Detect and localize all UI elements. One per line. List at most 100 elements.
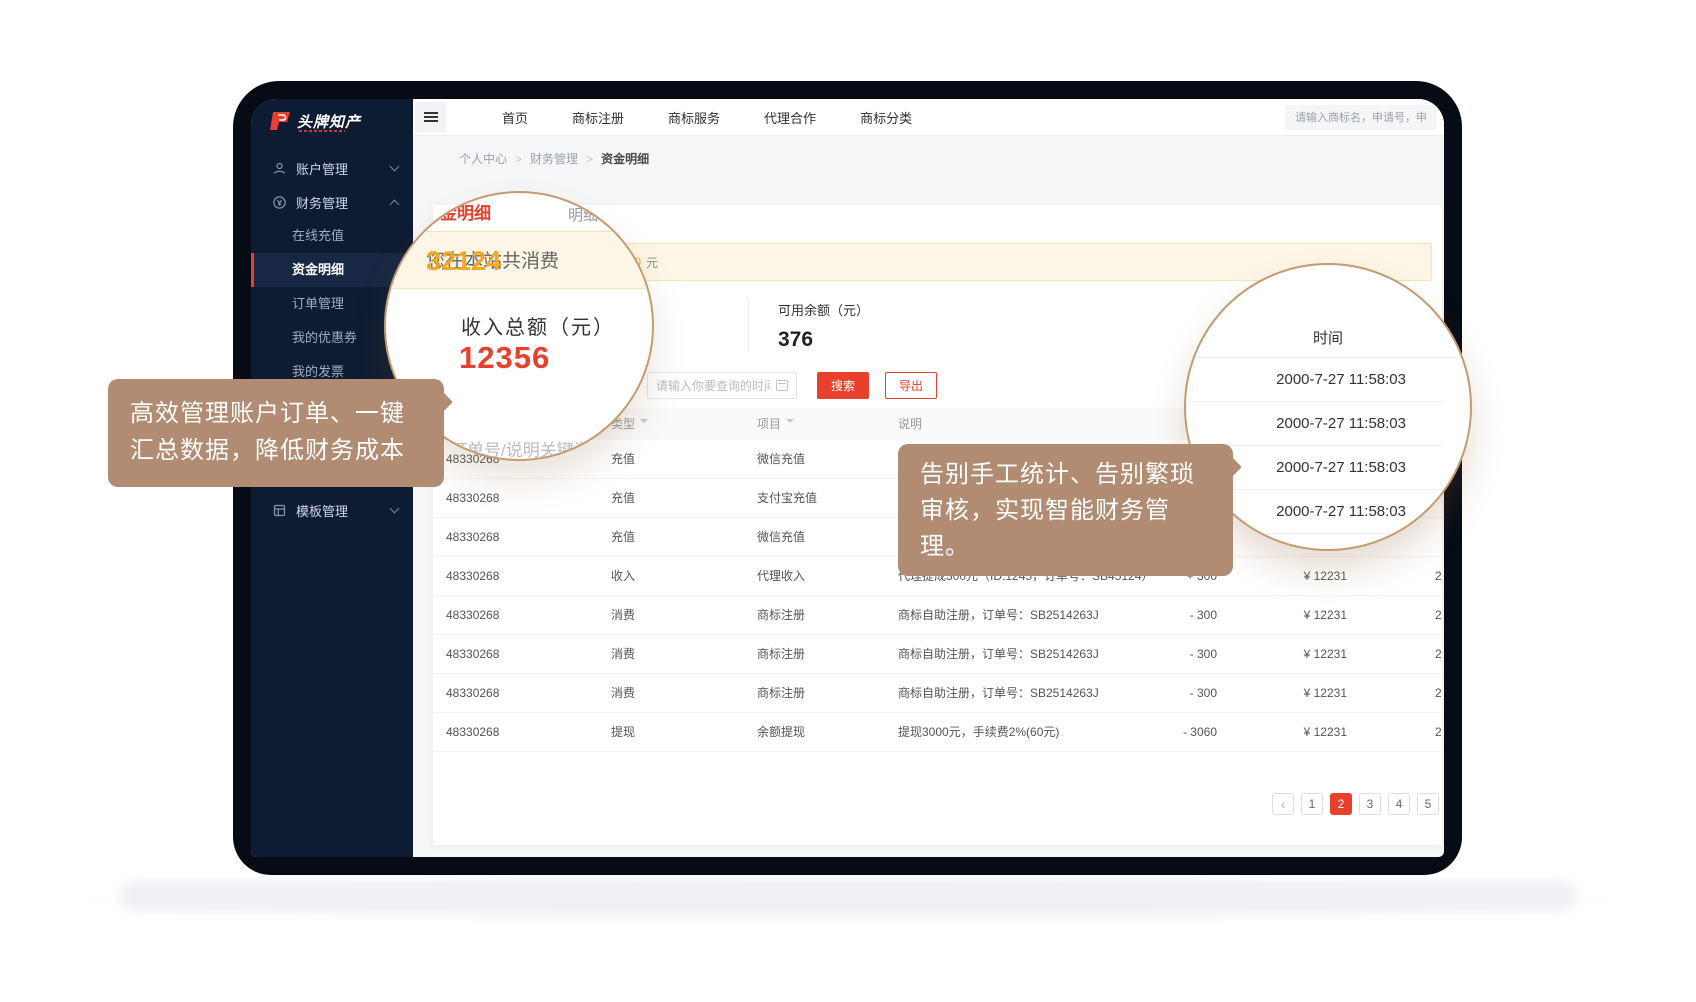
topnav-item-2[interactable]: 商标服务 (668, 108, 720, 127)
cell-balance: ¥ 12231 (1273, 557, 1347, 596)
cell-amount: - 300 (1123, 596, 1217, 635)
magnified-tab-fragment: 明细 (568, 204, 598, 225)
table-row-5: 48330268 消费 商标注册 商标自助注册，订单号：SB2514263J - 300… (433, 635, 1442, 674)
cell-desc: 商标自助注册，订单号：SB2514263J (898, 674, 1099, 713)
cell-time: 2000-7-27 11:58:03 (1435, 635, 1442, 674)
cell-type: 消费 (611, 674, 635, 713)
top-navigation: 首页 商标注册 商标服务 代理合作 商标分类 (413, 99, 1444, 136)
cell-desc: 商标自助注册，订单号：SB2514263J (898, 635, 1099, 674)
calendar-icon[interactable] (776, 380, 788, 391)
cell-amount: - 300 (1123, 674, 1217, 713)
breadcrumb-segment-1[interactable]: 财务管理 (530, 150, 578, 167)
sidebar-item-0[interactable]: 账户管理 (251, 151, 413, 185)
cell-time: 2000-7-27 11:58:03 (1435, 557, 1442, 596)
table-row-4: 48330268消费商标注册商标自助注册，订单号：SB2514263J- 300… (433, 596, 1442, 635)
sidebar-item-1[interactable]: 财务管理 (251, 185, 413, 219)
magnified-time-header: 时间 (1186, 327, 1470, 348)
magnified-stat-label: 收入总额（元） (461, 311, 615, 340)
cell-order: 48330268 (446, 596, 499, 635)
laptop-base (120, 881, 1576, 911)
stat-label: 可用余额（元） (778, 300, 869, 319)
cell-type: 充值 (611, 440, 635, 479)
sidebar-section-2: 模板管理 (251, 493, 413, 527)
topnav-item-3[interactable]: 代理合作 (764, 108, 816, 127)
cell-type: 提现 (611, 713, 635, 752)
cell-desc: 提现3000元，手续费2%(60元) (898, 713, 1059, 752)
table-row-7: 48330268 提现 余额提现 提现3000元，手续费2%(60元) - 3060 ¥ … (433, 713, 1442, 752)
template-icon (272, 503, 287, 518)
brand-name: 头牌知产 (297, 111, 361, 132)
export-button[interactable]: 导出 (885, 372, 937, 399)
breadcrumb-separator: > (586, 152, 593, 166)
cell-project: 余额提现 (757, 713, 805, 752)
brand-logo[interactable]: 头牌知产 (251, 99, 413, 143)
breadcrumb-separator: > (515, 152, 522, 166)
page-button-3[interactable]: 3 (1359, 793, 1381, 815)
cell-time: 2000-7-27 11:58:03 (1435, 713, 1442, 752)
cell-project: 商标注册 (757, 635, 805, 674)
magnified-time-row-0: 2000-7-27 11:58:03 (1186, 358, 1444, 402)
sort-caret-icon (786, 419, 794, 427)
table-header-2[interactable]: 项目 (757, 408, 794, 440)
cell-order: 48330268 (446, 557, 499, 596)
menu-toggle-button[interactable] (415, 102, 446, 132)
cell-type: 消费 (611, 635, 635, 674)
cell-order: 48330268 (446, 635, 499, 674)
cell-type: 消费 (611, 596, 635, 635)
cell-project: 代理收入 (757, 557, 805, 596)
cell-amount: - 3060 (1123, 713, 1217, 752)
cell-balance: ¥ 12231 (1273, 596, 1347, 635)
cell-balance: ¥ 12231 (1273, 635, 1347, 674)
chevron-down-icon (390, 162, 400, 172)
cell-type: 充值 (611, 518, 635, 557)
finance-icon (272, 195, 287, 210)
cell-balance: ¥ 12231 (1273, 674, 1347, 713)
user-icon (272, 161, 287, 176)
cell-project: 微信充值 (757, 440, 805, 479)
callout-left: 高效管理账户订单、一键汇总数据，降低财务成本 (108, 379, 444, 487)
magnified-active-tab: 资金明细 (423, 199, 491, 224)
topnav-item-4[interactable]: 商标分类 (860, 108, 912, 127)
topnav-item-1[interactable]: 商标注册 (572, 108, 624, 127)
cell-time: 2000-7-27 11:58:03 (1435, 674, 1442, 713)
callout-right: 告别手工统计、告别繁琐审核，实现智能财务管理。 (898, 444, 1233, 576)
page-button-4[interactable]: 4 (1388, 793, 1410, 815)
sort-caret-icon (640, 419, 648, 427)
trademark-search-input[interactable] (1285, 105, 1437, 130)
breadcrumb-segment-2[interactable]: 资金明细 (601, 150, 649, 167)
sidebar-item-label: 模板管理 (296, 501, 348, 520)
page-button-2[interactable]: 2 (1330, 793, 1352, 815)
search-button[interactable]: 搜索 (817, 372, 869, 399)
cell-order: 48330268 (446, 518, 499, 557)
cell-time: 2000-7-27 11:58:03 (1435, 596, 1442, 635)
sidebar-item-label: 账户管理 (296, 159, 348, 178)
sidebar-section-0: 账户管理 (251, 151, 413, 185)
date-input[interactable] (647, 372, 797, 399)
cell-type: 充值 (611, 479, 635, 518)
prev-page-button[interactable]: ‹ (1272, 793, 1294, 815)
page-button-5[interactable]: 5 (1417, 793, 1439, 815)
topnav-item-0[interactable]: 首页 (502, 108, 528, 127)
sidebar-item-label: 财务管理 (296, 193, 348, 212)
cell-amount: - 300 (1123, 635, 1217, 674)
cell-order: 48330268 (446, 674, 499, 713)
page-button-1[interactable]: 1 (1301, 793, 1323, 815)
cell-project: 微信充值 (757, 518, 805, 557)
pagination: ‹ 12345 (1272, 793, 1439, 815)
chevron-down-icon (390, 504, 400, 514)
table-row-6: 48330268 消费 商标注册 商标自助注册，订单号：SB2514263J - 300… (433, 674, 1442, 713)
cell-balance: ¥ 12231 (1273, 713, 1347, 752)
sidebar-item-2[interactable]: 模板管理 (251, 493, 413, 527)
cell-desc: 商标自助注册，订单号：SB2514263J (898, 596, 1099, 635)
magnified-banner-amount: 32124 (426, 246, 501, 277)
stat-value: 376 (778, 328, 869, 352)
magnified-input-placeholder: 订单号/说明关键词 (450, 436, 591, 461)
cell-order: 48330268 (446, 479, 499, 518)
cell-project: 支付宝充值 (757, 479, 817, 518)
cell-project: 商标注册 (757, 674, 805, 713)
breadcrumb-segment-0[interactable]: 个人中心 (459, 150, 507, 167)
cell-type: 收入 (611, 557, 635, 596)
cell-order: 48330268 (446, 713, 499, 752)
topnav-links: 首页 商标注册 商标服务 代理合作 商标分类 (502, 108, 912, 127)
breadcrumb: 个人中心 > 财务管理 > 资金明细 (459, 150, 649, 167)
